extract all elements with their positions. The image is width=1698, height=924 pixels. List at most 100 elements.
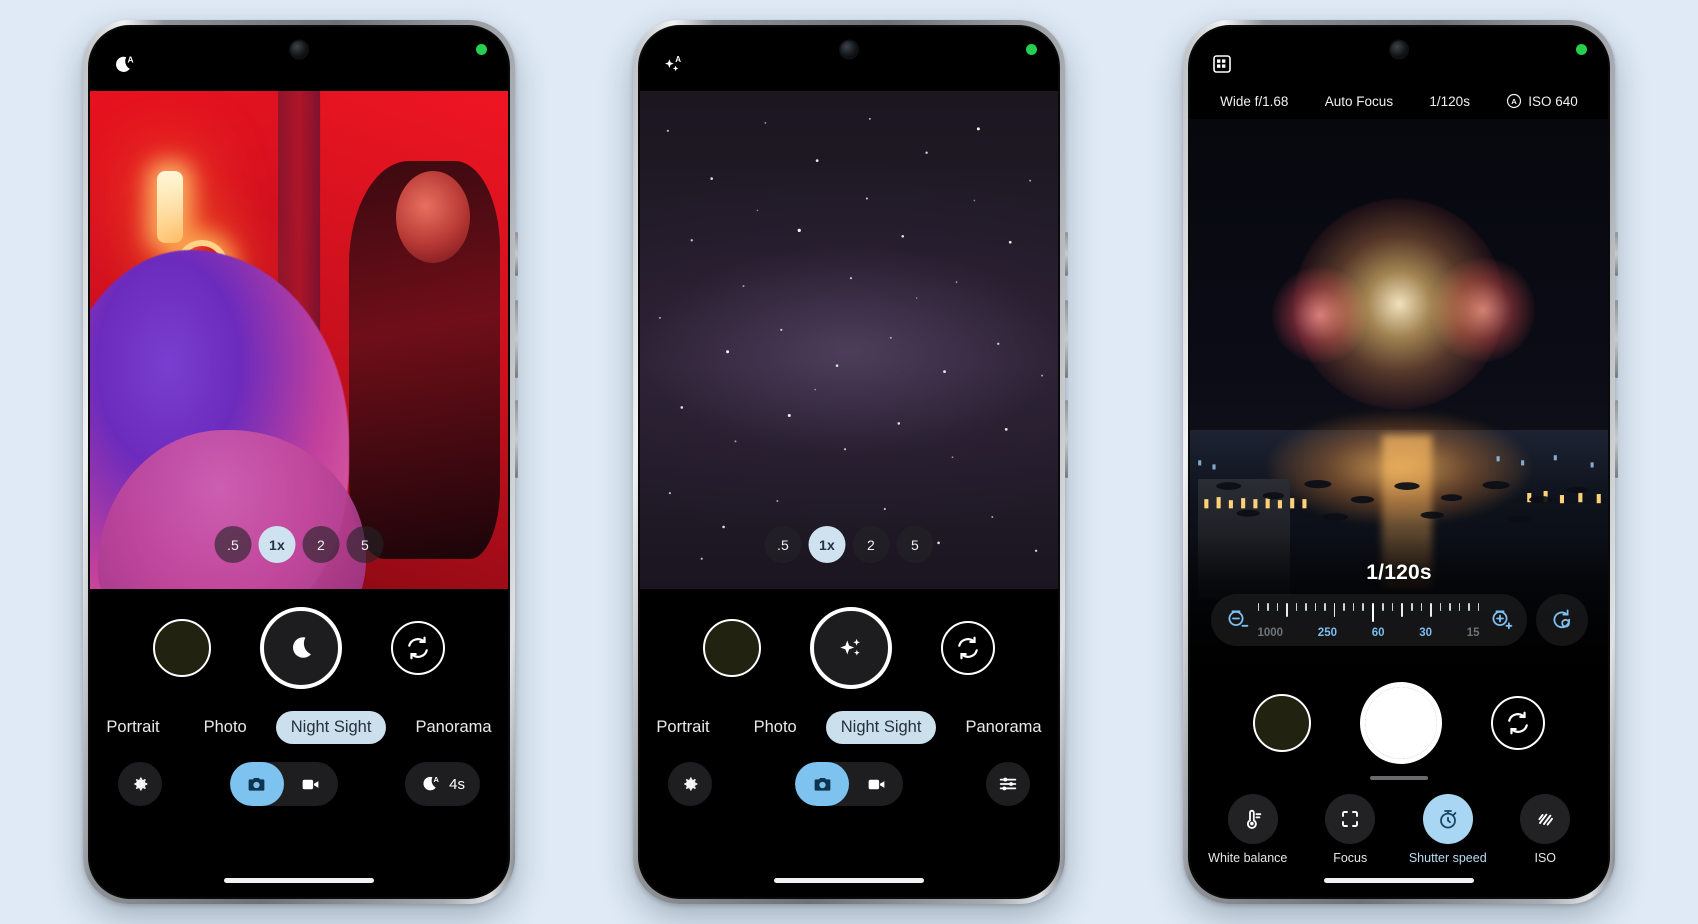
svg-text:A: A (1512, 97, 1518, 106)
tick-label: 1000 (1257, 627, 1284, 639)
shutter-speed-info[interactable]: 1/120s (1429, 94, 1470, 109)
mode-tab-portrait[interactable]: Portrait (91, 711, 174, 744)
settings-button[interactable] (668, 762, 712, 806)
night-sight-exposure-button[interactable]: A 4s (405, 762, 480, 806)
pro-tab-label: Focus (1333, 851, 1368, 865)
zoom-option[interactable]: 5 (346, 526, 384, 563)
mode-tab-panorama[interactable]: Panorama (950, 711, 1056, 744)
pro-tab-focus[interactable]: Focus (1304, 794, 1396, 865)
shutter-button[interactable] (1359, 682, 1442, 764)
solid-shutter (1364, 687, 1437, 759)
pro-control-tabs[interactable]: White balance Focus Shutter speed ISO (1190, 780, 1608, 865)
night-sight-auto-icon: A (423, 775, 440, 791)
night-sight-auto-icon[interactable]: A (112, 54, 136, 76)
pro-tab-label: White balance (1208, 851, 1288, 865)
tune-settings-button[interactable] (986, 762, 1030, 806)
shutter-minus-icon[interactable] (1222, 605, 1252, 635)
phone-volume-down-button (1615, 400, 1618, 478)
mode-tab-panorama[interactable]: Panorama (400, 711, 506, 744)
status-bar: A (640, 27, 1058, 91)
shutter-row (1190, 668, 1608, 764)
capture-type-toggle[interactable] (795, 762, 903, 806)
star-field (658, 117, 1044, 560)
video-camera-icon (868, 779, 884, 789)
gallery-thumbnail[interactable] (152, 619, 211, 677)
gallery-thumbnail[interactable] (1252, 694, 1311, 752)
gallery-thumbnail[interactable] (702, 619, 761, 677)
camera-viewfinder[interactable]: .5 1x 2 5 (90, 91, 508, 589)
camera-toolbar: A 4s (90, 744, 508, 806)
dial-ticks[interactable]: 1000 250 60 30 15 (1257, 601, 1480, 639)
tick-label: 15 (1466, 627, 1480, 639)
camera-viewfinder[interactable]: 1/120s 1000 250 60 30 15 (1190, 119, 1608, 664)
zoom-option[interactable]: 2 (302, 526, 340, 563)
dial-slider[interactable]: 1000 250 60 30 15 (1210, 594, 1527, 646)
shutter-row (640, 593, 1058, 689)
capture-mode-tabs[interactable]: Portrait Photo Night Sight Panorama (90, 689, 508, 744)
green-privacy-dot (1576, 44, 1587, 55)
reset-auto-button[interactable] (1535, 594, 1588, 646)
pro-tab-shutter-speed[interactable]: Shutter speed (1402, 794, 1494, 865)
home-gesture-bar[interactable] (774, 878, 924, 883)
zoom-option-selected[interactable]: 1x (808, 526, 846, 563)
astro-sparkle-auto-icon[interactable]: A (662, 54, 687, 77)
zoom-level-selector[interactable]: .5 1x 2 5 (764, 526, 934, 563)
photo-camera-icon (814, 777, 830, 791)
harbour-boats (1216, 479, 1589, 523)
focus-info[interactable]: Auto Focus (1325, 94, 1393, 109)
tick-label: 30 (1419, 627, 1432, 639)
tick-labels: 1000 250 60 30 15 (1258, 627, 1480, 639)
zoom-option[interactable]: 2 (852, 526, 890, 563)
home-gesture-bar[interactable] (1324, 878, 1474, 883)
mode-tab-photo[interactable]: Photo (739, 711, 812, 744)
tick-marks (1257, 603, 1480, 622)
camera-viewfinder[interactable]: .5 1x 2 5 (640, 91, 1058, 589)
shutter-button[interactable] (259, 607, 342, 689)
shutter-plus-icon[interactable] (1486, 605, 1516, 635)
iso-info-group[interactable]: A ISO 640 (1506, 93, 1578, 109)
zoom-option[interactable]: .5 (214, 526, 252, 563)
tick-label: 60 (1371, 627, 1385, 639)
video-mode-button[interactable] (284, 762, 338, 806)
screenshot-stage: A .5 1x 2 5 Portrait Photo Night Sight P… (0, 0, 1698, 924)
phone-mockup-astrophotography: A .5 1x 2 5 Portrait Photo Night Sight P… (633, 20, 1068, 904)
phone-volume-down-button (515, 400, 518, 478)
flip-camera-button[interactable] (941, 621, 996, 675)
home-gesture-bar[interactable] (224, 878, 374, 883)
zoom-level-selector[interactable]: .5 1x 2 5 (214, 526, 384, 563)
flip-camera-button[interactable] (1491, 696, 1546, 750)
auto-iso-icon: A (1507, 93, 1522, 109)
settings-button[interactable] (118, 762, 162, 806)
video-mode-button[interactable] (849, 762, 903, 806)
mode-tab-night-sight[interactable]: Night Sight (275, 711, 387, 744)
aperture-info[interactable]: Wide f/1.68 (1220, 94, 1288, 109)
phone-screen: Wide f/1.68 Auto Focus 1/120s A ISO 640 (1190, 27, 1608, 897)
mode-tab-photo[interactable]: Photo (189, 711, 262, 744)
mode-tab-night-sight[interactable]: Night Sight (825, 711, 937, 744)
flip-camera-button[interactable] (391, 621, 446, 675)
capture-mode-tabs[interactable]: Portrait Photo Night Sight Panorama (640, 689, 1058, 744)
zoom-option-selected[interactable]: 1x (258, 526, 296, 563)
status-bar: A (90, 27, 508, 91)
phone-bezel: A .5 1x 2 5 Portrait Photo Night Sight P… (638, 25, 1060, 899)
phone-screen: A .5 1x 2 5 Portrait Photo Night Sight P… (90, 27, 508, 897)
tune-sliders-icon (999, 777, 1017, 791)
phone-bezel: Wide f/1.68 Auto Focus 1/120s A ISO 640 (1188, 25, 1610, 899)
iso-hatch-icon (1520, 794, 1571, 844)
phone-side-button (515, 232, 518, 276)
pro-tab-iso[interactable]: ISO (1499, 794, 1591, 865)
shutter-speed-dial[interactable]: 1/120s 1000 250 60 30 15 (1190, 561, 1608, 646)
raw-badge-icon[interactable] (1212, 54, 1232, 74)
photo-mode-button[interactable] (795, 762, 849, 806)
shutter-row (90, 593, 508, 689)
zoom-option[interactable]: 5 (896, 526, 934, 563)
mode-tab-portrait[interactable]: Portrait (641, 711, 724, 744)
focus-brackets-icon (1325, 794, 1376, 844)
photo-mode-button[interactable] (229, 762, 284, 806)
phone-volume-up-button (515, 300, 518, 378)
shutter-button[interactable] (809, 607, 892, 689)
capture-type-toggle[interactable] (229, 762, 338, 806)
settings-gear-icon (134, 777, 148, 791)
zoom-option[interactable]: .5 (764, 526, 802, 563)
pro-tab-white-balance[interactable]: White balance (1207, 794, 1299, 865)
